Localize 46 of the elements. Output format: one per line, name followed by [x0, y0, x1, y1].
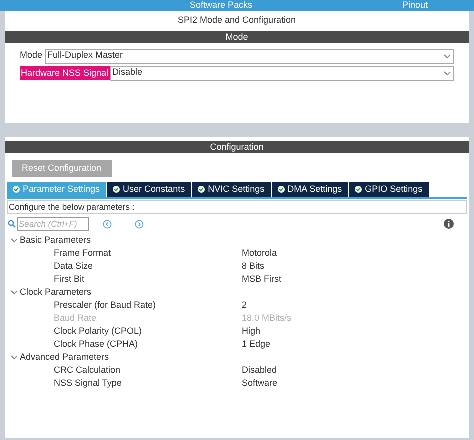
parameter-label[interactable]: NSS Signal Type — [54, 376, 242, 390]
chevron-down-icon[interactable] — [11, 354, 18, 361]
chevron-down-icon — [444, 54, 451, 58]
parameter-value[interactable]: High — [242, 324, 261, 338]
field-label: Mode — [20, 49, 44, 62]
tab[interactable]: User Constants — [107, 182, 192, 197]
parameter-label[interactable]: CRC Calculation — [54, 364, 242, 378]
check-circle-icon — [198, 186, 206, 193]
parameter-value[interactable]: 8 Bits — [242, 260, 265, 274]
check-circle-icon — [278, 186, 285, 193]
section-header: Mode — [5, 30, 469, 42]
parameter-label[interactable]: Clock Polarity (CPOL) — [54, 324, 242, 338]
dropdown[interactable]: Disable — [110, 66, 454, 80]
field-label: Hardware NSS Signal — [20, 66, 110, 80]
tab[interactable]: NVIC Settings — [192, 182, 271, 197]
next-icon[interactable] — [135, 220, 144, 228]
group-label[interactable]: Basic Parameters — [20, 234, 92, 248]
chevron-down-icon[interactable] — [11, 289, 18, 296]
parameter-label[interactable]: Data Size — [54, 260, 242, 274]
parameter-label[interactable]: Frame Format — [54, 246, 242, 260]
tab[interactable]: DMA Settings — [272, 182, 348, 197]
check-circle-icon — [13, 186, 20, 193]
chevron-down-icon — [444, 70, 451, 76]
group-label[interactable]: Advanced Parameters — [20, 350, 110, 364]
check-circle-icon — [355, 186, 362, 193]
tab[interactable]: GPIO Settings — [349, 182, 429, 197]
parameter-value[interactable]: Motorola — [242, 246, 278, 260]
group-label[interactable]: Clock Parameters — [20, 286, 92, 300]
parameter-value[interactable]: Software — [242, 376, 278, 390]
parameter-value[interactable]: 2 — [242, 298, 248, 312]
parameter-value[interactable]: 1 Edge — [242, 338, 271, 352]
parameter-label[interactable]: Clock Phase (CPHA) — [54, 338, 242, 352]
chevron-down-icon[interactable] — [11, 237, 18, 244]
parameter-value[interactable]: MSB First — [242, 272, 282, 286]
search-icon — [8, 220, 16, 228]
parameter-label[interactable]: First Bit — [54, 272, 242, 286]
info-icon[interactable] — [444, 219, 454, 229]
parameter-label[interactable]: Prescaler (for Baud Rate) — [54, 298, 242, 312]
check-circle-icon — [113, 186, 120, 193]
previous-icon[interactable] — [103, 220, 112, 228]
panel-title: SPI2 Mode and Configuration — [178, 14, 296, 27]
section-header: Configuration — [5, 141, 469, 153]
dropdown[interactable]: Full-Duplex Master — [44, 48, 454, 64]
parameter-value[interactable]: Disabled — [242, 364, 278, 378]
search-field[interactable]: Search (Ctrl+F) — [17, 217, 89, 231]
hint-text: Configure the below parameters : — [7, 200, 467, 214]
